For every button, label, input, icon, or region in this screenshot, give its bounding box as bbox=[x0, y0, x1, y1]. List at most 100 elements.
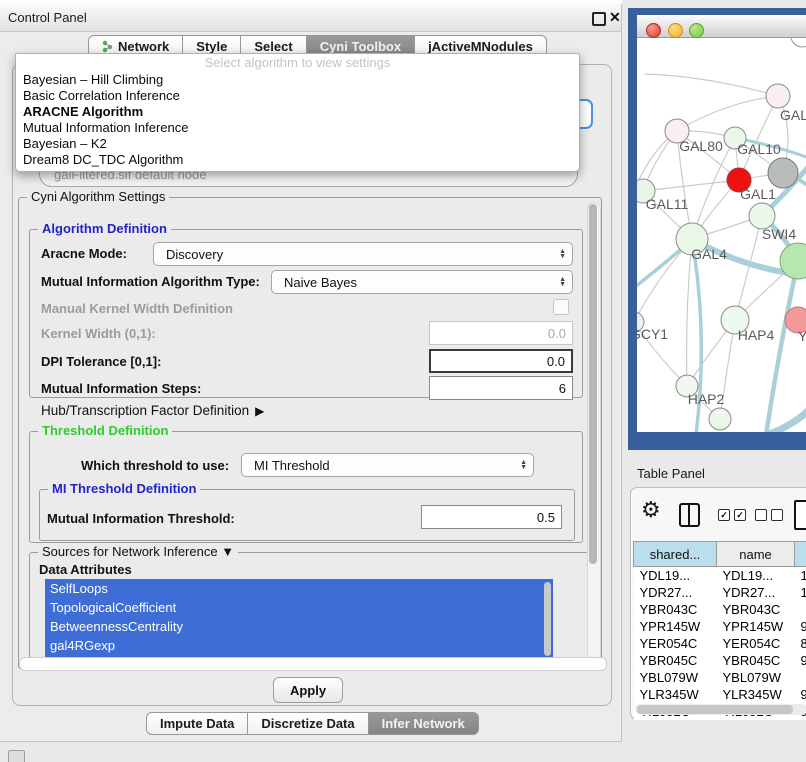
column-header[interactable]: A bbox=[795, 542, 806, 567]
float-panel-icon[interactable] bbox=[592, 12, 606, 26]
network-edge bbox=[645, 74, 778, 96]
table-cell bbox=[795, 601, 806, 618]
columns-icon[interactable] bbox=[679, 503, 700, 527]
zoom-traffic-light-icon[interactable] bbox=[689, 23, 704, 38]
tab-label: Style bbox=[196, 39, 227, 54]
network-node-label: GCY1 bbox=[637, 326, 668, 342]
network-node-label: HAP2 bbox=[688, 391, 725, 407]
table-cell: YBR043C bbox=[717, 601, 795, 618]
bottom-tab-bar: Impute Data Discretize Data Infer Network bbox=[146, 712, 479, 735]
mi-algorithm-type-combo[interactable]: Naive Bayes ▲▼ bbox=[271, 270, 573, 294]
deselect-all-checkboxes-icon[interactable] bbox=[755, 509, 783, 521]
close-icon[interactable]: ✕ bbox=[609, 9, 621, 26]
table-cell bbox=[795, 669, 806, 686]
table-row[interactable]: YDL19...YDL19...13 bbox=[634, 567, 806, 585]
algorithm-option-bayesian-k2[interactable]: Bayesian – K2 bbox=[16, 136, 579, 152]
network-canvas[interactable]: GALGAL80GAL10GAL1GAL11SWI4GAL4GCY1HAP4YH… bbox=[637, 38, 806, 432]
bottom-tab-label: Infer Network bbox=[382, 716, 465, 731]
network-node[interactable] bbox=[791, 38, 806, 47]
settings-vertical-scrollbar[interactable] bbox=[587, 202, 601, 662]
mi-threshold-label: Mutual Information Threshold: bbox=[47, 511, 235, 526]
table-row[interactable]: YBR045CYBR045C9. bbox=[634, 652, 806, 669]
table-row[interactable]: YDR27...YDR27...12 bbox=[634, 584, 806, 601]
network-graph: GALGAL80GAL10GAL1GAL11SWI4GAL4GCY1HAP4YH… bbox=[637, 38, 806, 432]
expander-arrow-icon: ▶ bbox=[255, 404, 264, 418]
aracne-mode-value: Discovery bbox=[166, 247, 559, 262]
table-cell: 9. bbox=[795, 652, 806, 669]
bottom-tab-discretize-data[interactable]: Discretize Data bbox=[248, 712, 368, 735]
table-cell: 8. bbox=[795, 635, 806, 652]
network-node[interactable] bbox=[768, 158, 798, 188]
manual-kernel-width-checkbox[interactable] bbox=[553, 299, 569, 315]
which-threshold-combo[interactable]: MI Threshold ▲▼ bbox=[241, 453, 534, 477]
minimize-traffic-light-icon[interactable] bbox=[668, 23, 683, 38]
threshold-definition-title: Threshold Definition bbox=[38, 423, 172, 438]
kernel-width-field[interactable] bbox=[429, 321, 573, 345]
bottom-tab-impute-data[interactable]: Impute Data bbox=[146, 712, 248, 735]
table-row[interactable]: YBR043CYBR043C bbox=[634, 601, 806, 618]
close-traffic-light-icon[interactable] bbox=[646, 23, 661, 38]
mi-threshold-field[interactable] bbox=[421, 505, 562, 529]
scrollbar-thumb[interactable] bbox=[637, 705, 793, 714]
tab-label: Network bbox=[118, 39, 169, 54]
data-attributes-label: Data Attributes bbox=[39, 562, 132, 577]
table-row[interactable]: YLR345WYLR345W9. bbox=[634, 686, 806, 703]
table-cell: YDR27... bbox=[717, 584, 795, 601]
mi-threshold-definition-title: MI Threshold Definition bbox=[48, 481, 200, 496]
collapse-arrow-icon[interactable]: ▼ bbox=[221, 544, 234, 559]
algorithm-option-basic-correlation-inference[interactable]: Basic Correlation Inference bbox=[16, 88, 579, 104]
gear-icon[interactable]: ⚙ bbox=[641, 497, 661, 523]
network-node[interactable] bbox=[766, 84, 790, 108]
network-node[interactable] bbox=[709, 408, 731, 430]
table-header: shared...nameA bbox=[634, 542, 806, 567]
apply-button[interactable]: Apply bbox=[273, 677, 343, 703]
combo-spinner-icon: ▲▼ bbox=[559, 249, 566, 259]
network-node-label: GAL4 bbox=[691, 246, 727, 262]
list-scrollbar[interactable] bbox=[544, 582, 551, 656]
table-cell: YDL19... bbox=[634, 567, 717, 585]
hub-transcription-factor-expander[interactable]: Hub/Transcription Factor Definition ▶ bbox=[41, 403, 264, 418]
table-row[interactable]: YPR145WYPR145W9. bbox=[634, 618, 806, 635]
data-attribute-item[interactable]: SelfLoops bbox=[45, 579, 553, 598]
mi-steps-field[interactable] bbox=[429, 376, 573, 400]
tab-label: Select bbox=[254, 39, 292, 54]
algorithm-option-dream8-dc-tdc-algorithm[interactable]: Dream8 DC_TDC Algorithm bbox=[16, 152, 579, 168]
table-cell: 9. bbox=[795, 686, 806, 703]
algorithm-option-mutual-information-inference[interactable]: Mutual Information Inference bbox=[16, 120, 579, 136]
hub-label: Hub/Transcription Factor Definition bbox=[41, 403, 249, 418]
data-attribute-item[interactable]: TopologicalCoefficient bbox=[45, 598, 553, 617]
table-cell: YBL079W bbox=[717, 669, 795, 686]
data-attributes-list[interactable]: SelfLoopsTopologicalCoefficientBetweenne… bbox=[45, 579, 553, 663]
table-row[interactable]: YER054CYER054C8. bbox=[634, 635, 806, 652]
group-title: Cyni Algorithm Settings bbox=[27, 189, 169, 204]
data-attribute-item[interactable]: BetweennessCentrality bbox=[45, 617, 553, 636]
column-header[interactable]: name bbox=[717, 542, 795, 567]
aracne-mode-combo[interactable]: Discovery ▲▼ bbox=[153, 242, 573, 266]
algorithm-option-bayesian-hill-climbing[interactable]: Bayesian – Hill Climbing bbox=[16, 72, 579, 88]
tab-label: Cyni Toolbox bbox=[320, 39, 401, 54]
algorithm-definition-title: Algorithm Definition bbox=[38, 221, 171, 236]
network-node-label: GAL bbox=[780, 107, 806, 123]
table-row[interactable]: YBL079WYBL079W bbox=[634, 669, 806, 686]
window-title: Control Panel bbox=[8, 10, 87, 25]
export-table-icon[interactable] bbox=[794, 500, 806, 530]
table-horizontal-scrollbar[interactable] bbox=[635, 704, 806, 715]
dpi-tolerance-label: DPI Tolerance [0,1]: bbox=[41, 354, 161, 369]
algorithm-option-aracne-algorithm[interactable]: ARACNE Algorithm bbox=[16, 104, 579, 120]
table-cell: 13 bbox=[795, 567, 806, 585]
table-cell: YPR145W bbox=[634, 618, 717, 635]
data-attribute-item[interactable]: gal4RGexp bbox=[45, 636, 553, 655]
algorithm-dropdown-popup: Select algorithm to view settings Bayesi… bbox=[15, 53, 580, 172]
scrollbar-thumb[interactable] bbox=[589, 204, 597, 564]
aracne-mode-label: Aracne Mode: bbox=[41, 246, 127, 261]
collapsed-panel-icon[interactable] bbox=[8, 750, 25, 762]
column-header[interactable]: shared... bbox=[634, 542, 717, 567]
table-cell: YBR043C bbox=[634, 601, 717, 618]
settings-horizontal-scrollbar[interactable] bbox=[19, 657, 607, 671]
select-all-checkboxes-icon[interactable]: ✓✓ bbox=[718, 509, 746, 521]
bottom-tab-label: Discretize Data bbox=[261, 716, 354, 731]
bottom-tab-label: Impute Data bbox=[160, 716, 234, 731]
bottom-tab-infer-network[interactable]: Infer Network bbox=[369, 712, 479, 735]
table-panel-title: Table Panel bbox=[637, 466, 705, 481]
dpi-tolerance-field[interactable] bbox=[429, 349, 573, 373]
